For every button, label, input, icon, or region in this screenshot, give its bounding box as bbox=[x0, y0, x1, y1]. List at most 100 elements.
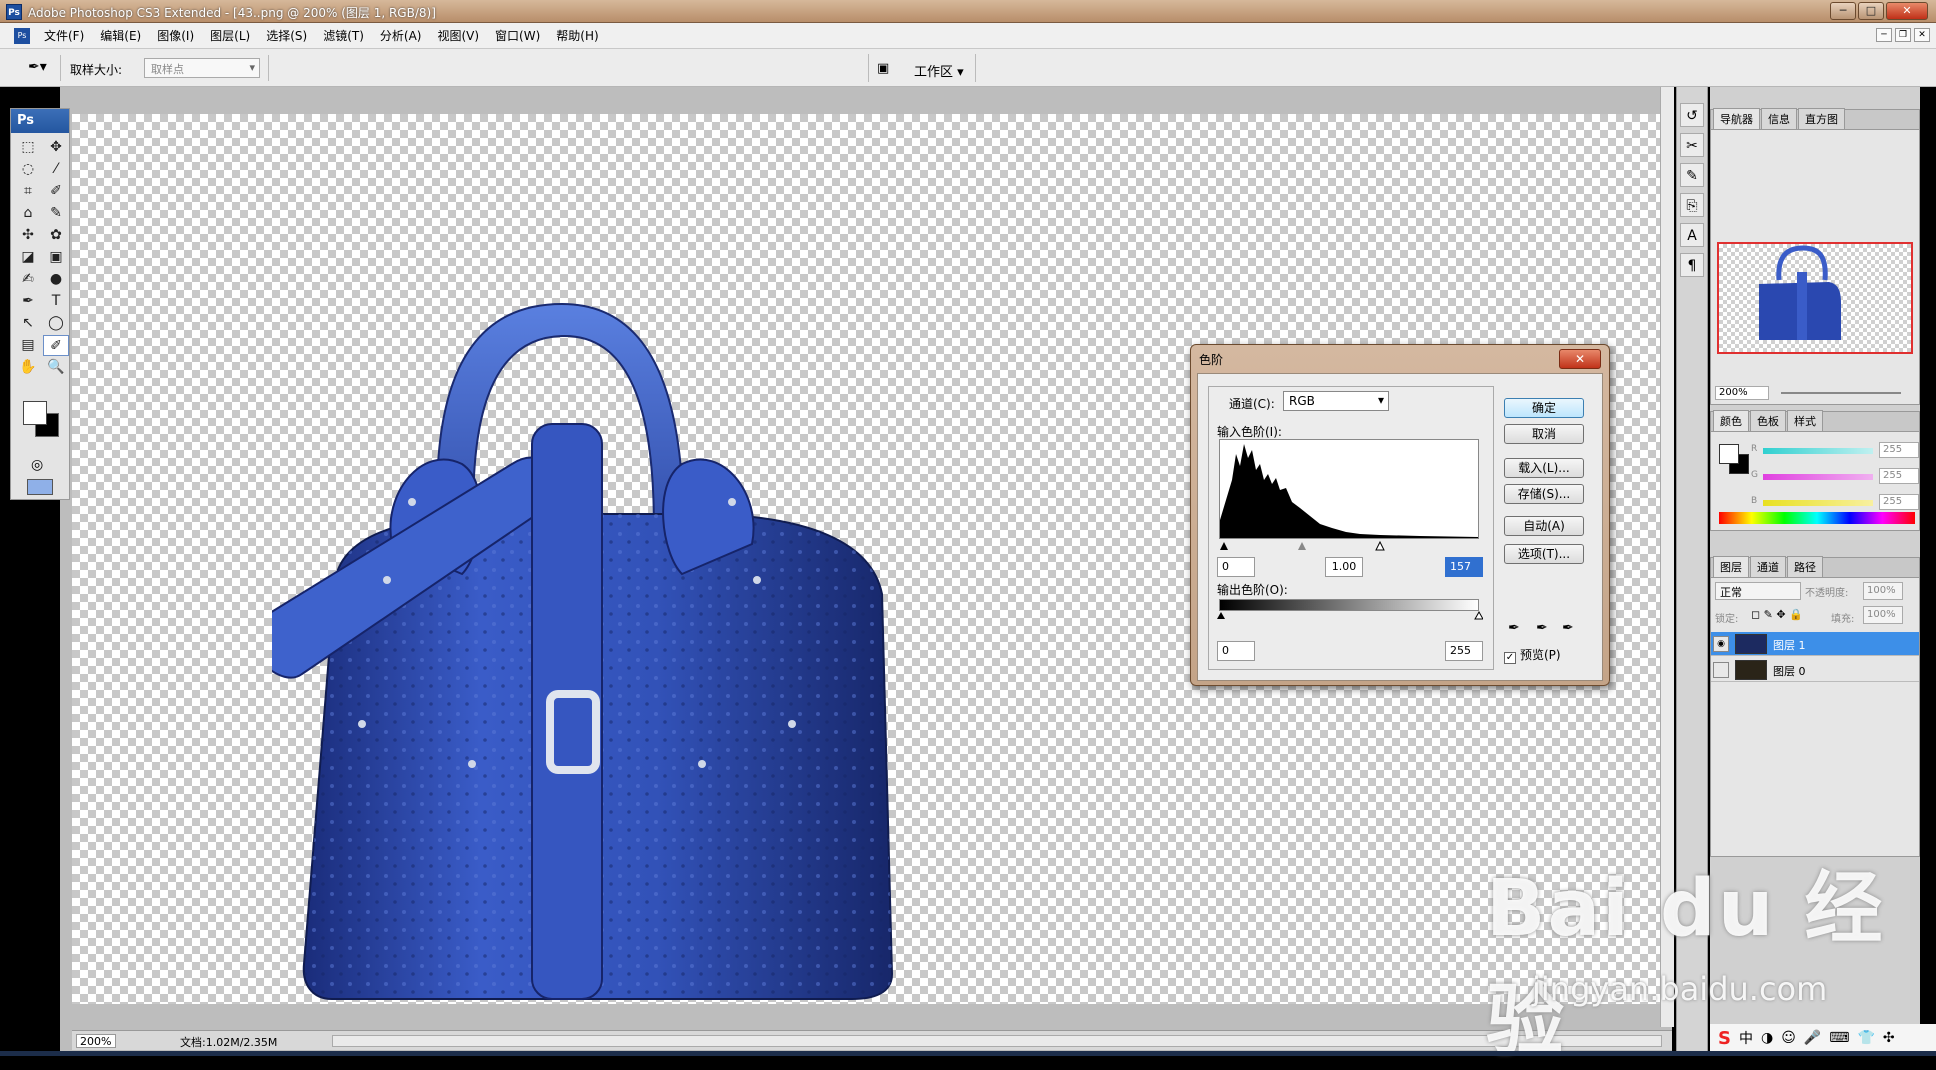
save-button[interactable]: 存储(S)... bbox=[1504, 484, 1584, 504]
screen-mode-icon[interactable] bbox=[27, 479, 53, 495]
layer-row[interactable]: 图层 0 bbox=[1711, 658, 1919, 682]
input-gamma-field[interactable]: 1.00 bbox=[1325, 557, 1363, 577]
healing-tool-icon[interactable]: ⌂ bbox=[15, 203, 41, 224]
preview-checkbox[interactable]: ✓ 预览(P) bbox=[1504, 646, 1561, 664]
sample-size-select[interactable]: 取样点 bbox=[144, 58, 260, 78]
fill-field[interactable]: 100% bbox=[1863, 606, 1903, 624]
slice-tool-icon[interactable]: ✐ bbox=[43, 181, 69, 202]
menu-image[interactable]: 图像(I) bbox=[149, 27, 202, 44]
tab-channels[interactable]: 通道 bbox=[1750, 556, 1786, 577]
dodge-tool-icon[interactable]: ● bbox=[43, 269, 69, 290]
tab-paths[interactable]: 路径 bbox=[1787, 556, 1823, 577]
output-slider-handles[interactable] bbox=[1217, 611, 1483, 621]
color-swatches[interactable] bbox=[19, 399, 63, 439]
levels-close-button[interactable]: ✕ bbox=[1559, 349, 1601, 369]
options-button[interactable]: 选项(T)... bbox=[1504, 544, 1584, 564]
menu-file[interactable]: 文件(F) bbox=[36, 27, 92, 44]
slider-r-value[interactable]: 255 bbox=[1879, 442, 1919, 458]
app-icon[interactable]: Ps bbox=[14, 27, 30, 44]
keyboard-icon[interactable]: ⌨ bbox=[1829, 1030, 1849, 1046]
menu-select[interactable]: 选择(S) bbox=[258, 27, 315, 44]
blend-mode-select[interactable]: 正常 bbox=[1715, 582, 1801, 600]
blur-tool-icon[interactable]: ✍ bbox=[15, 269, 41, 290]
gray-eyedropper-icon[interactable]: ✒ bbox=[1536, 620, 1548, 636]
magic-wand-tool-icon[interactable]: ⁄ bbox=[43, 159, 69, 180]
menu-analysis[interactable]: 分析(A) bbox=[372, 27, 430, 44]
shirt-icon[interactable]: 👕 bbox=[1857, 1030, 1874, 1046]
shape-tool-icon[interactable]: ◯ bbox=[43, 313, 69, 334]
stamp-tool-icon[interactable]: ✣ bbox=[15, 225, 41, 246]
clone-source-icon[interactable]: ⎘ bbox=[1680, 193, 1704, 217]
emoji-icon[interactable]: ☺ bbox=[1781, 1030, 1796, 1046]
eye-icon[interactable] bbox=[1713, 662, 1729, 678]
eraser-tool-icon[interactable]: ◪ bbox=[15, 247, 41, 268]
marquee-tool-icon[interactable]: ⬚ bbox=[15, 137, 41, 158]
eye-icon[interactable]: ◉ bbox=[1713, 636, 1729, 652]
load-button[interactable]: 载入(L)... bbox=[1504, 458, 1584, 478]
character-icon[interactable]: A bbox=[1680, 223, 1704, 247]
zoom-tool-icon[interactable]: 🔍 bbox=[43, 357, 69, 378]
slider-g[interactable]: G 255 bbox=[1751, 468, 1919, 484]
ok-button[interactable]: 确定 bbox=[1504, 398, 1584, 418]
maximize-button[interactable]: □ bbox=[1858, 2, 1884, 20]
navigator-zoom-slider[interactable] bbox=[1781, 392, 1901, 394]
history-icon[interactable]: ↺ bbox=[1680, 103, 1704, 127]
ime-mode-icon[interactable]: 中 bbox=[1739, 1028, 1753, 1048]
horizontal-scrollbar[interactable] bbox=[332, 1035, 1662, 1047]
status-zoom-field[interactable]: 200% bbox=[76, 1034, 116, 1048]
channel-select[interactable]: RGB bbox=[1283, 391, 1389, 411]
output-black-field[interactable]: 0 bbox=[1217, 641, 1255, 661]
menu-view[interactable]: 视图(V) bbox=[429, 27, 487, 44]
microphone-icon[interactable]: 🎤 bbox=[1804, 1030, 1821, 1046]
gradient-tool-icon[interactable]: ▣ bbox=[43, 247, 69, 268]
eyedropper-tool-icon[interactable]: ✐ bbox=[43, 335, 69, 356]
lock-icons[interactable]: ◻ ✎ ✥ 🔒 bbox=[1751, 608, 1803, 621]
tab-swatches[interactable]: 色板 bbox=[1750, 410, 1786, 431]
eyedropper-icon[interactable]: ✒▾ bbox=[28, 59, 47, 75]
tab-histogram[interactable]: 直方图 bbox=[1798, 108, 1845, 129]
actions-icon[interactable]: ✂ bbox=[1680, 133, 1704, 157]
tab-navigator[interactable]: 导航器 bbox=[1713, 108, 1760, 129]
crop-tool-icon[interactable]: ⌗ bbox=[15, 181, 41, 202]
menu-help[interactable]: 帮助(H) bbox=[548, 27, 606, 44]
input-slider-handles[interactable] bbox=[1220, 540, 1480, 552]
color-fg-swatch[interactable] bbox=[1719, 444, 1739, 464]
path-select-tool-icon[interactable]: ↖ bbox=[15, 313, 41, 334]
quick-mask-icon[interactable]: ◎ bbox=[31, 457, 43, 473]
navigator-zoom-field[interactable]: 200% bbox=[1715, 386, 1769, 400]
close-button[interactable]: ✕ bbox=[1886, 2, 1928, 20]
menu-filter[interactable]: 滤镜(T) bbox=[315, 27, 372, 44]
tools-icon[interactable]: ✣ bbox=[1883, 1030, 1895, 1046]
paragraph-icon[interactable]: ¶ bbox=[1680, 253, 1704, 277]
menu-layer[interactable]: 图层(L) bbox=[202, 27, 258, 44]
pen-tool-icon[interactable]: ✒ bbox=[15, 291, 41, 312]
doc-close-button[interactable]: ✕ bbox=[1914, 28, 1930, 42]
brushes-icon[interactable]: ✎ bbox=[1680, 163, 1704, 187]
tab-color[interactable]: 颜色 bbox=[1713, 410, 1749, 431]
slider-b-value[interactable]: 255 bbox=[1879, 494, 1919, 510]
auto-button[interactable]: 自动(A) bbox=[1504, 516, 1584, 536]
navigator-preview[interactable] bbox=[1717, 242, 1913, 354]
white-eyedropper-icon[interactable]: ✒ bbox=[1562, 620, 1574, 636]
tab-layers[interactable]: 图层 bbox=[1713, 556, 1749, 577]
slider-r[interactable]: R 255 bbox=[1751, 442, 1919, 458]
input-black-field[interactable]: 0 bbox=[1217, 557, 1255, 577]
black-eyedropper-icon[interactable]: ✒ bbox=[1508, 620, 1520, 636]
punctuation-icon[interactable]: ◑ bbox=[1761, 1030, 1773, 1046]
tab-info[interactable]: 信息 bbox=[1761, 108, 1797, 129]
brush-tool-icon[interactable]: ✎ bbox=[43, 203, 69, 224]
doc-restore-button[interactable]: ❐ bbox=[1895, 28, 1911, 42]
lasso-tool-icon[interactable]: ◌ bbox=[15, 159, 41, 180]
output-white-field[interactable]: 255 bbox=[1445, 641, 1483, 661]
opacity-field[interactable]: 100% bbox=[1863, 582, 1903, 600]
history-brush-tool-icon[interactable]: ✿ bbox=[43, 225, 69, 246]
notes-tool-icon[interactable]: ▤ bbox=[15, 335, 41, 356]
menu-window[interactable]: 窗口(W) bbox=[487, 27, 548, 44]
slider-g-value[interactable]: 255 bbox=[1879, 468, 1919, 484]
doc-minimize-button[interactable]: ─ bbox=[1876, 28, 1892, 42]
tab-styles[interactable]: 样式 bbox=[1787, 410, 1823, 431]
workspace-menu[interactable]: ▣ 工作区 ▾ bbox=[868, 54, 976, 82]
ime-logo-icon[interactable]: S bbox=[1718, 1028, 1731, 1049]
move-tool-icon[interactable]: ✥ bbox=[43, 137, 69, 158]
cancel-button[interactable]: 取消 bbox=[1504, 424, 1584, 444]
